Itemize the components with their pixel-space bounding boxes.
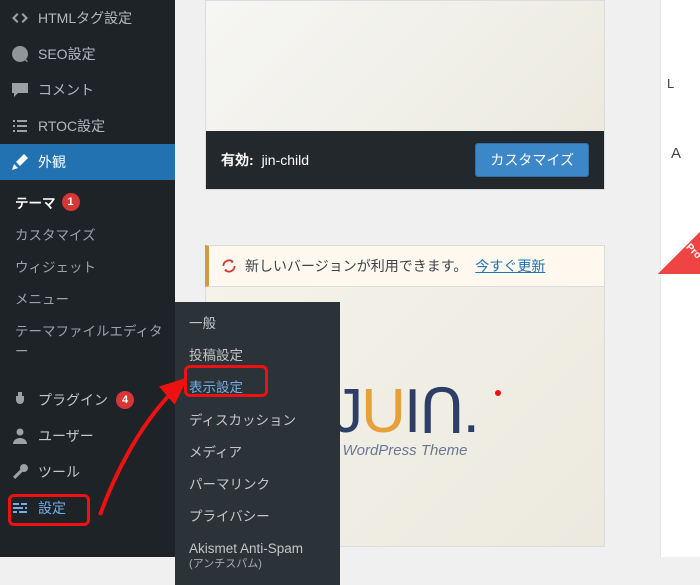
brush-icon	[10, 152, 30, 172]
sidebar-item-label: コメント	[38, 80, 94, 100]
sidebar-item-label: 設定	[38, 498, 66, 518]
sidebar-item-label: ツール	[38, 462, 80, 482]
flyout-item-akismet[interactable]: Akismet Anti-Spam (アンチスパム)	[175, 533, 340, 578]
submenu-item-label: テーマ	[15, 192, 56, 212]
flyout-item-label: Akismet Anti-Spam	[189, 541, 303, 556]
cropped-text: A	[671, 145, 681, 162]
active-theme-bar: 有効: jin-child カスタマイズ	[206, 131, 604, 189]
sidebar-item-label: 外観	[38, 152, 66, 172]
customize-button[interactable]: カスタマイズ	[475, 143, 589, 177]
sidebar-item-label: SEO設定	[38, 44, 96, 64]
submenu-item-menus[interactable]: メニュー	[0, 282, 175, 314]
flyout-item-sublabel: (アンチスパム)	[189, 558, 326, 571]
sidebar-item-seo[interactable]: SEO設定	[0, 36, 175, 72]
cropped-text: L	[667, 76, 674, 91]
update-text: 新しいバージョンが利用できます。	[245, 256, 467, 276]
list-icon	[10, 116, 30, 136]
submenu-item-theme-editor[interactable]: テーマファイルエディター	[0, 314, 175, 366]
sidebar-item-comments[interactable]: コメント	[0, 72, 175, 108]
flyout-item-label: メディア	[189, 445, 242, 460]
pro-ribbon: Pro	[658, 232, 700, 274]
update-now-link[interactable]: 今すぐ更新	[475, 256, 545, 276]
active-theme-name: 有効: jin-child	[221, 150, 309, 170]
sliders-icon	[10, 498, 30, 518]
sidebar-item-users[interactable]: ユーザー	[0, 418, 175, 454]
flyout-item-label: パーマリンク	[189, 477, 270, 492]
flyout-item-privacy[interactable]: プライバシー	[175, 501, 340, 533]
sidebar-item-tools[interactable]: ツール	[0, 454, 175, 490]
jin-logo: JUIՈ.	[332, 375, 478, 448]
flyout-item-label: プライバシー	[189, 509, 270, 524]
sidebar-item-label: ユーザー	[38, 426, 94, 446]
code-icon	[10, 8, 30, 28]
flyout-item-label: 一般	[189, 316, 216, 331]
submenu-item-themes[interactable]: テーマ 1	[0, 186, 175, 218]
submenu-item-label: ウィジェット	[15, 256, 96, 276]
update-icon	[221, 258, 237, 274]
appearance-submenu: テーマ 1 カスタマイズ ウィジェット メニュー テーマファイルエディター	[0, 180, 175, 372]
right-sidebar-crop: L A Pro	[660, 0, 700, 557]
flyout-item-permalinks[interactable]: パーマリンク	[175, 469, 340, 501]
sidebar-item-html-tag[interactable]: HTMLタグ設定	[0, 0, 175, 36]
sidebar-item-rtoc[interactable]: RTOC設定	[0, 108, 175, 144]
sidebar-item-plugins[interactable]: プラグイン 4	[0, 382, 175, 418]
submenu-item-customize[interactable]: カスタマイズ	[0, 218, 175, 250]
submenu-item-label: メニュー	[15, 288, 69, 308]
flyout-item-reading[interactable]: 表示設定	[175, 372, 340, 404]
flyout-item-writing[interactable]: 投稿設定	[175, 340, 340, 372]
flyout-item-discussion[interactable]: ディスカッション	[175, 405, 340, 437]
sidebar-item-settings[interactable]: 設定	[0, 490, 175, 526]
settings-flyout: 一般 投稿設定 表示設定 ディスカッション メディア パーマリンク プライバシー…	[175, 302, 340, 585]
update-badge: 4	[116, 391, 134, 409]
flyout-item-label: ディスカッション	[189, 413, 296, 428]
sidebar-item-label: HTMLタグ設定	[38, 8, 132, 28]
wrench-icon	[10, 462, 30, 482]
plug-icon	[10, 390, 30, 410]
annotation-dot	[495, 390, 501, 396]
active-theme-card: 有効: jin-child カスタマイズ	[205, 0, 605, 190]
submenu-item-label: カスタマイズ	[15, 224, 96, 244]
admin-sidebar: HTMLタグ設定 SEO設定 コメント RTOC設定 外観 テーマ 1 カスタマ…	[0, 0, 175, 557]
gear-icon	[10, 44, 30, 64]
sidebar-item-label: RTOC設定	[38, 116, 105, 136]
comment-icon	[10, 80, 30, 100]
submenu-item-label: テーマファイルエディター	[15, 320, 165, 360]
flyout-item-general[interactable]: 一般	[175, 308, 340, 340]
flyout-item-label: 投稿設定	[189, 348, 243, 363]
flyout-item-label: 表示設定	[189, 380, 243, 395]
sidebar-item-label: プラグイン	[38, 390, 108, 410]
user-icon	[10, 426, 30, 446]
theme-update-notice: 新しいバージョンが利用できます。 今すぐ更新	[205, 245, 605, 287]
flyout-item-media[interactable]: メディア	[175, 437, 340, 469]
submenu-item-widgets[interactable]: ウィジェット	[0, 250, 175, 282]
sidebar-item-appearance[interactable]: 外観	[0, 144, 175, 180]
active-prefix: 有効:	[221, 152, 254, 168]
theme-name-text: jin-child	[262, 152, 309, 168]
theme-preview[interactable]	[206, 1, 604, 131]
update-badge: 1	[62, 193, 80, 211]
